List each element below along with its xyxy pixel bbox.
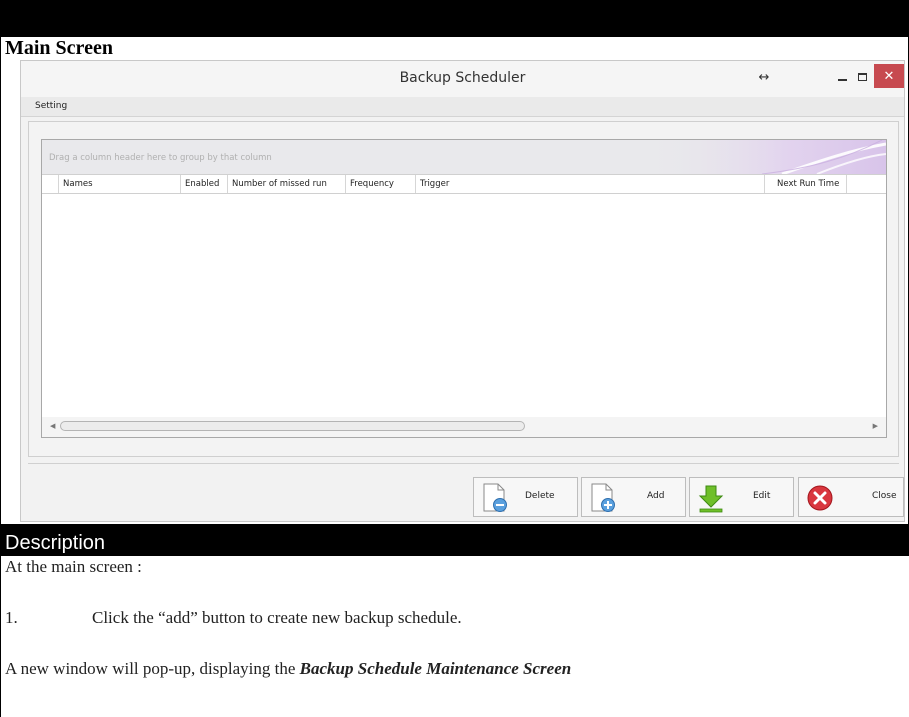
backup-scheduler-window: Backup Scheduler ↔ ✕ Setting Drag a colu… [20,60,905,522]
group-by-hint: Drag a column header here to group by th… [49,153,272,163]
menu-item-setting[interactable]: Setting [35,101,67,111]
resize-icon[interactable]: ↔ [753,64,775,90]
horizontal-scrollbar[interactable]: ◀ ▶ [42,417,886,437]
close-button-label: Close [872,491,897,501]
column-header-enabled[interactable]: Enabled [181,175,228,193]
group-panel-decoration [642,140,886,174]
description-intro: At the main screen : [5,557,142,576]
menu-bar: Setting [21,97,904,117]
scroll-right-icon[interactable]: ▶ [873,422,878,430]
red-x-circle-icon [807,485,833,511]
add-button-label: Add [647,491,665,501]
document-header-bar [0,0,909,37]
grid-header-row: Names Enabled Number of missed run Frequ… [42,174,886,194]
minimize-icon [837,79,847,81]
minimize-button[interactable] [833,64,851,90]
row-indicator-header [42,175,59,193]
step-number: 1. [5,608,18,627]
column-header-next-run-time[interactable]: Next Run Time [765,175,847,193]
scroll-left-icon[interactable]: ◀ [50,422,55,430]
column-header-missed-run[interactable]: Number of missed run [228,175,346,193]
close-button[interactable]: Close [798,477,904,517]
document-border-left [0,37,1,717]
maximize-button[interactable] [853,64,871,90]
button-divider [28,463,899,464]
edit-button[interactable]: Edit [689,477,794,517]
column-header-frequency[interactable]: Frequency [346,175,416,193]
description-title: Description [5,532,106,554]
section-title: Main Screen [5,37,113,59]
step-text: Click the “add” button to create new bac… [92,608,462,627]
column-header-names[interactable]: Names [59,175,181,193]
description-popup: A new window will pop-up, displaying the… [5,659,571,679]
schedule-group-panel: Drag a column header here to group by th… [28,121,899,457]
edit-button-label: Edit [753,491,771,501]
group-by-panel[interactable]: Drag a column header here to group by th… [42,140,886,174]
description-header-bar [0,524,909,556]
scrollbar-thumb[interactable] [60,421,525,431]
maximize-icon [857,73,867,81]
delete-button[interactable]: Delete [473,477,578,517]
title-bar[interactable]: Backup Scheduler ↔ ✕ [21,61,904,97]
document-plus-icon [591,483,615,512]
add-button[interactable]: Add [581,477,686,517]
popup-text: A new window will pop-up, displaying the [5,659,300,678]
document-minus-icon [483,483,507,512]
schedule-grid[interactable]: Drag a column header here to group by th… [41,139,887,438]
popup-emphasis: Backup Schedule Maintenance Screen [299,659,572,678]
delete-button-label: Delete [525,491,555,501]
column-header-trigger[interactable]: Trigger [416,175,765,193]
window-close-button[interactable]: ✕ [874,64,904,88]
green-down-arrow-icon [698,485,724,513]
